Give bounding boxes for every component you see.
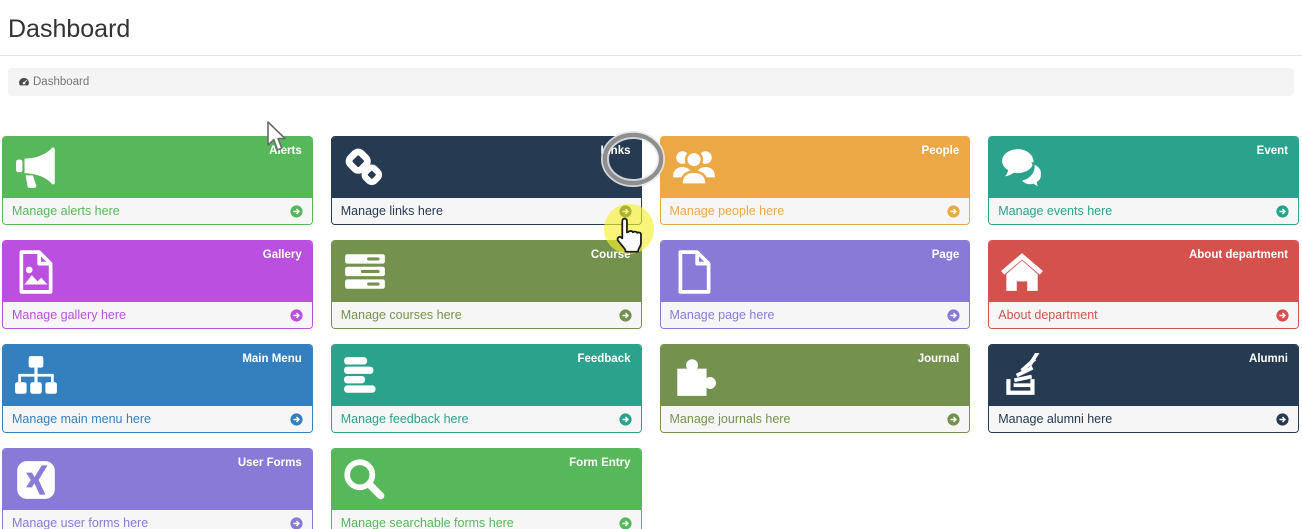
stack-overflow-icon: [999, 353, 1045, 399]
tile-title: Course: [591, 249, 631, 261]
tile-footer-text: Manage courses here: [341, 308, 462, 322]
arrow-circle-icon[interactable]: [290, 309, 303, 322]
arrow-circle-icon[interactable]: [619, 413, 632, 426]
tile-title: User Forms: [238, 457, 302, 469]
tile-footer-text: Manage searchable forms here: [341, 516, 514, 529]
tile-title: Main Menu: [242, 353, 301, 365]
users-icon: [671, 145, 717, 191]
xing-icon: [13, 457, 59, 503]
tile-footer-link[interactable]: Manage alerts here: [3, 198, 312, 224]
title-divider: [0, 55, 1302, 56]
tile-footer-link[interactable]: Manage main menu here: [3, 406, 312, 432]
sitemap-icon: [13, 353, 59, 399]
arrow-circle-icon[interactable]: [947, 309, 960, 322]
arrow-circle-icon[interactable]: [619, 205, 632, 218]
arrow-circle-icon[interactable]: [290, 517, 303, 529]
tile-title: Form Entry: [569, 457, 630, 469]
tile-links[interactable]: Links Manage links here: [331, 136, 642, 225]
tile-title: Page: [932, 249, 960, 261]
tile-footer-text: Manage user forms here: [12, 516, 148, 529]
tile-main-menu[interactable]: Main Menu Manage main menu here: [2, 344, 313, 433]
server-icon: [342, 249, 388, 295]
arrow-circle-icon[interactable]: [290, 205, 303, 218]
tile-footer-text: Manage main menu here: [12, 412, 151, 426]
chain-icon: [342, 145, 388, 191]
tile-alumni[interactable]: Alumni Manage alumni here: [988, 344, 1299, 433]
tile-footer-text: Manage events here: [998, 204, 1112, 218]
tile-footer-text: Manage alerts here: [12, 204, 120, 218]
tile-footer-text: Manage gallery here: [12, 308, 126, 322]
bullhorn-icon: [13, 145, 59, 191]
tile-people[interactable]: People Manage people here: [660, 136, 971, 225]
tile-footer-link[interactable]: Manage journals here: [661, 406, 970, 432]
tile-about-department[interactable]: About department About department: [988, 240, 1299, 329]
arrow-circle-icon[interactable]: [290, 413, 303, 426]
tile-footer-text: Manage feedback here: [341, 412, 469, 426]
tile-footer-link[interactable]: Manage page here: [661, 302, 970, 328]
dashboard-icon: [18, 76, 30, 88]
tile-footer-link[interactable]: Manage user forms here: [3, 510, 312, 529]
tile-title: About department: [1189, 249, 1288, 261]
tile-footer-text: About department: [998, 308, 1097, 322]
tile-user-forms[interactable]: User Forms Manage user forms here: [2, 448, 313, 529]
tile-title: Links: [600, 145, 630, 157]
tile-title: Event: [1257, 145, 1288, 157]
tile-footer-text: Manage links here: [341, 204, 443, 218]
comments-icon: [999, 145, 1045, 191]
tile-footer-link[interactable]: Manage courses here: [332, 302, 641, 328]
breadcrumb: Dashboard: [8, 68, 1294, 96]
tile-footer-link[interactable]: Manage events here: [989, 198, 1298, 224]
tile-footer-text: Manage alumni here: [998, 412, 1112, 426]
home-icon: [999, 249, 1045, 295]
tile-footer-link[interactable]: Manage feedback here: [332, 406, 641, 432]
tile-page[interactable]: Page Manage page here: [660, 240, 971, 329]
tile-footer-link[interactable]: Manage alumni here: [989, 406, 1298, 432]
tile-title: Journal: [918, 353, 960, 365]
tile-title: Alumni: [1249, 353, 1288, 365]
tile-alerts[interactable]: Alerts Manage alerts here: [2, 136, 313, 225]
image-file-icon: [13, 249, 59, 295]
puzzle-icon: [671, 353, 717, 399]
tile-footer-text: Manage people here: [670, 204, 785, 218]
arrow-circle-icon[interactable]: [1276, 205, 1289, 218]
tile-footer-link[interactable]: Manage links here: [332, 198, 641, 224]
breadcrumb-item-dashboard[interactable]: Dashboard: [33, 76, 89, 88]
arrow-circle-icon[interactable]: [947, 205, 960, 218]
tile-title: Alerts: [269, 145, 302, 157]
align-left-icon: [342, 353, 388, 399]
tile-footer-link[interactable]: Manage gallery here: [3, 302, 312, 328]
tile-course[interactable]: Course Manage courses here: [331, 240, 642, 329]
tile-event[interactable]: Event Manage events here: [988, 136, 1299, 225]
tile-feedback[interactable]: Feedback Manage feedback here: [331, 344, 642, 433]
page-title: Dashboard: [8, 15, 1302, 44]
arrow-circle-icon[interactable]: [619, 517, 632, 529]
tile-footer-link[interactable]: About department: [989, 302, 1298, 328]
tile-title: Feedback: [577, 353, 630, 365]
tile-footer-text: Manage page here: [670, 308, 775, 322]
file-icon: [671, 249, 717, 295]
tile-form-entry[interactable]: Form Entry Manage searchable forms here: [331, 448, 642, 529]
tile-title: Gallery: [263, 249, 302, 261]
arrow-circle-icon[interactable]: [947, 413, 960, 426]
tile-footer-text: Manage journals here: [670, 412, 791, 426]
arrow-circle-icon[interactable]: [1276, 309, 1289, 322]
search-icon: [342, 457, 388, 503]
tile-gallery[interactable]: Gallery Manage gallery here: [2, 240, 313, 329]
arrow-circle-icon[interactable]: [619, 309, 632, 322]
dashboard-page: Dashboard Dashboard Alerts Manage alerts…: [0, 15, 1302, 529]
tile-grid: Alerts Manage alerts here Links Manage l…: [2, 136, 1299, 529]
tile-footer-link[interactable]: Manage people here: [661, 198, 970, 224]
tile-title: People: [922, 145, 960, 157]
tile-journal[interactable]: Journal Manage journals here: [660, 344, 971, 433]
arrow-circle-icon[interactable]: [1276, 413, 1289, 426]
tile-footer-link[interactable]: Manage searchable forms here: [332, 510, 641, 529]
